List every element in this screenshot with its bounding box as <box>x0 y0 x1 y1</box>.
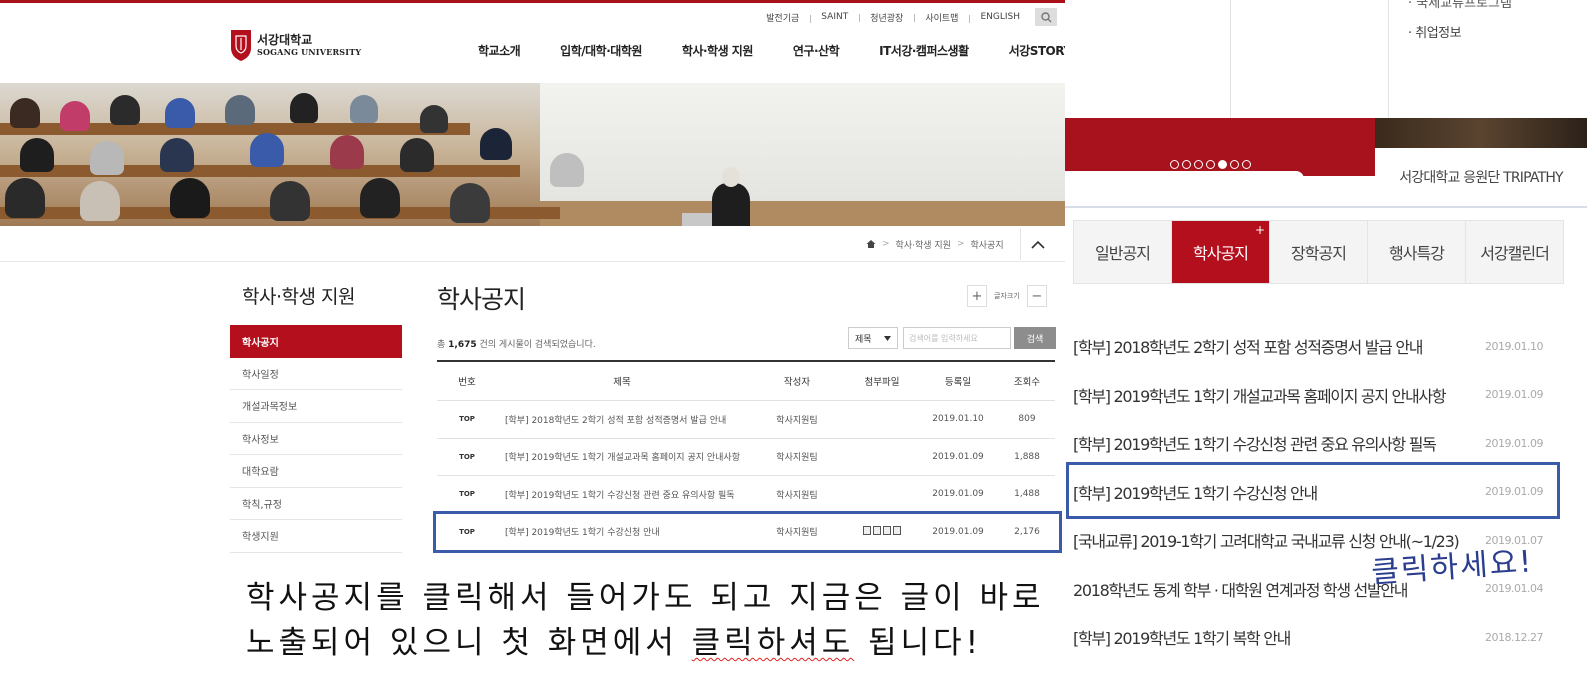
tab-general[interactable]: 일반공지 <box>1074 221 1172 283</box>
minus-icon[interactable]: − <box>1026 285 1047 307</box>
search-input[interactable]: 검색어를 입력하세요 <box>903 327 1011 349</box>
search-field-select[interactable]: 제목 <box>848 327 898 349</box>
lnb-item-info[interactable]: 학사정보 <box>230 423 402 455</box>
util-link-sitemap[interactable]: 사이트맵 <box>914 11 969 24</box>
list-item[interactable]: [학부] 2018학년도 2학기 성적 포함 성적증명서 발급 안내 2019.0… <box>1073 322 1543 371</box>
cheer-banner-link[interactable]: 서강대학교 응원단 TRIPATHY <box>1375 148 1587 206</box>
right-screenshot: · 국제교류프로그램 · 취업정보 서강대학교 응원단 TRIPATHY 일반공… <box>1065 0 1587 699</box>
lnb-item-schedule[interactable]: 학사일정 <box>230 358 402 390</box>
breadcrumb-academic[interactable]: 학사·학생 지원 <box>896 238 951 251</box>
util-link-youth[interactable]: 청년광장 <box>859 11 914 24</box>
list-item[interactable]: [학부] 2019학년도 1학기 개설교과목 홈페이지 공지 안내사항 2019.… <box>1073 371 1543 420</box>
list-item[interactable]: [학부] 2019학년도 1학기 수강신청 관련 중요 유의사항 필독 2019.… <box>1073 419 1543 468</box>
banner-image-strip <box>1375 118 1587 148</box>
highlight-box-right <box>1066 462 1560 519</box>
breadcrumb: > 학사·학생 지원 > 학사공지 <box>866 228 1004 260</box>
shield-emblem-icon <box>231 30 251 61</box>
result-count: 총 1,675 건의 게시물이 검색되었습니다. <box>437 340 596 350</box>
row-title-link[interactable]: [학부] 2019학년도 1학기 수강신청 관련 중요 유의사항 필독 <box>497 488 747 501</box>
table-row[interactable]: TOP [학부] 2019학년도 1학기 개설교과목 홈페이지 공지 안내사항 … <box>437 439 1055 476</box>
row-title-link[interactable]: [학부] 2018학년도 2학기 성적 포함 성적증명서 발급 안내 <box>497 413 747 426</box>
banner-pagination[interactable] <box>1170 160 1251 169</box>
lnb-item-rules[interactable]: 학칙,규정 <box>230 488 402 520</box>
banner-overlay <box>1065 171 1304 207</box>
menu-remnant: · 국제교류프로그램 · 취업정보 <box>1065 0 1587 118</box>
gnb-story[interactable]: 서강STORY <box>1009 42 1065 59</box>
left-screenshot: 발전기금 SAINT 청년광장 사이트맵 ENGLISH 서강대학교 SOGAN… <box>0 0 1065 699</box>
dropdown-arrow-icon <box>884 335 891 341</box>
row-title-link[interactable]: [학부] 2019학년도 1학기 개설교과목 홈페이지 공지 안내사항 <box>497 450 747 463</box>
highlight-box-left <box>433 511 1062 553</box>
gnb-campus-life[interactable]: IT서강·캠퍼스생활 <box>879 42 969 59</box>
table-header: 번호 제목 작성자 첨부파일 등록일 조회수 <box>437 362 1055 401</box>
util-link-fund[interactable]: 발전기금 <box>755 11 810 24</box>
main-nav: 학교소개 입학/대학·대학원 학사·학생 지원 연구·산학 IT서강·캠퍼스생활… <box>478 42 1065 59</box>
search-button[interactable]: 검색 <box>1014 327 1056 349</box>
breadcrumb-current[interactable]: 학사공지 <box>971 238 1004 251</box>
lnb-item-catalog[interactable]: 대학요람 <box>230 455 402 488</box>
plus-icon[interactable]: + <box>1255 223 1265 237</box>
lnb-item-notice[interactable]: 학사공지 <box>230 325 402 358</box>
util-link-saint[interactable]: SAINT <box>810 12 859 23</box>
top-accent-line <box>0 0 1065 3</box>
page-title: 학사공지 <box>437 285 526 314</box>
lnb-item-support[interactable]: 학생지원 <box>230 520 402 553</box>
logo-korean: 서강대학교 <box>257 32 313 47</box>
hero-classroom-image <box>0 83 1065 226</box>
list-item[interactable]: [학부] 2019학년도 1학기 복학 안내 2018.12.27 <box>1073 613 1543 662</box>
tab-scholarship[interactable]: 장학공지 <box>1270 221 1368 283</box>
font-size-label: 글자크기 <box>994 292 1020 300</box>
table-row[interactable]: TOP [학부] 2019학년도 1학기 수강신청 관련 중요 유의사항 필독 … <box>437 476 1055 514</box>
board-search: 제목 검색어를 입력하세요 검색 <box>848 327 1056 349</box>
util-link-english[interactable]: ENGLISH <box>969 12 1031 23</box>
gnb-academic[interactable]: 학사·학생 지원 <box>682 42 753 59</box>
home-icon[interactable] <box>866 239 876 249</box>
table-row[interactable]: TOP [학부] 2018학년도 2학기 성적 포함 성적증명서 발급 안내 학… <box>437 401 1055 439</box>
gnb-about[interactable]: 학교소개 <box>478 42 521 59</box>
gnb-admission[interactable]: 입학/대학·대학원 <box>560 42 642 59</box>
font-size-control: + 글자크기 − <box>967 285 1047 307</box>
tab-academic[interactable]: 학사공지 + <box>1172 221 1270 283</box>
university-logo[interactable]: 서강대학교 SOGANG UNIVERSITY <box>230 28 361 62</box>
plus-icon[interactable]: + <box>967 285 987 307</box>
utility-nav: 발전기금 SAINT 청년광장 사이트맵 ENGLISH <box>755 8 1057 26</box>
lnb-title: 학사·학생 지원 <box>242 286 355 308</box>
chevron-up-icon[interactable] <box>1020 228 1054 260</box>
result-count-value: 1,675 <box>448 340 477 350</box>
menu-item-cut[interactable]: · 국제교류프로그램 <box>1408 0 1512 11</box>
logo-english: SOGANG UNIVERSITY <box>257 46 362 57</box>
tab-events[interactable]: 행사특강 <box>1368 221 1466 283</box>
left-sidebar-menu: 학사공지 학사일정 개설과목정보 학사정보 대학요람 학칙,규정 학생지원 <box>230 325 402 553</box>
gnb-research[interactable]: 연구·산학 <box>793 42 840 59</box>
menu-item-career[interactable]: · 취업정보 <box>1408 22 1462 41</box>
lnb-item-courses[interactable]: 개설과목정보 <box>230 390 402 423</box>
handwritten-instruction: 학사공지를 클릭해서 들어가도 되고 지금은 글이 바로 노출되어 있으니 첫 … <box>246 580 1045 661</box>
notice-tabs: 일반공지 학사공지 + 장학공지 행사특강 서강캘린더 <box>1073 220 1564 284</box>
search-icon[interactable] <box>1035 8 1057 26</box>
tab-calendar[interactable]: 서강캘린더 <box>1466 221 1563 283</box>
